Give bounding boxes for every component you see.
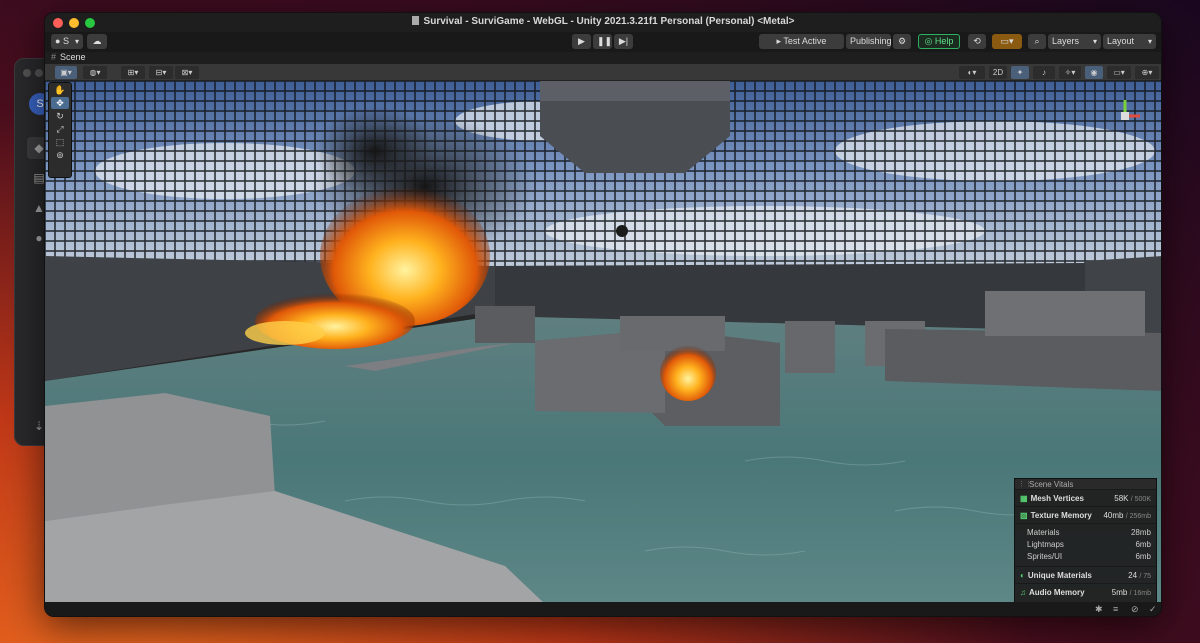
mesh-vertices-row: ▦ Mesh Vertices 58K / 500K bbox=[1015, 490, 1156, 507]
breakdown-value: 6mb bbox=[1135, 552, 1151, 561]
rotate-tool-icon[interactable]: ↻ bbox=[51, 110, 69, 122]
scale-tool-icon[interactable]: ⤢ bbox=[51, 123, 69, 135]
breakdown-value: 28mb bbox=[1130, 528, 1151, 537]
window-title: Survival - SurviGame - WebGL - Unity 202… bbox=[45, 16, 1161, 27]
gizmo-global-icon[interactable]: ◍▾ bbox=[83, 66, 107, 79]
toggle-2d-button[interactable]: 2D bbox=[989, 66, 1007, 79]
stack-icon[interactable]: ≡ bbox=[1113, 604, 1118, 614]
transform-tool-icon[interactable]: ⊚ bbox=[51, 149, 69, 161]
scene-render bbox=[45, 81, 1161, 604]
texture-icon: ▨ bbox=[1020, 511, 1028, 520]
effects-icon[interactable]: ✧▾ bbox=[1059, 66, 1081, 79]
audio-memory-row: ♫ Audio Memory 5mb / 16mb bbox=[1015, 584, 1156, 601]
texture-breakdown: Materials 28mb Lightmaps 6mb Sprites/UI 6mb bbox=[1015, 524, 1156, 567]
breakdown-row: Lightmaps 6mb bbox=[1027, 539, 1151, 551]
tab-scene[interactable]: Scene bbox=[51, 52, 86, 62]
pause-button[interactable]: ❚❚ bbox=[593, 34, 612, 49]
draw-mode-icon[interactable]: ▣▾ bbox=[55, 66, 77, 79]
audio-memory-limit: / 16mb bbox=[1129, 590, 1151, 597]
scene-view-toolbar: ▣▾ ◍▾ ⊞▾ ⊟▾ ⊠▾ ◐▾ 2D ✦ ♪ ✧▾ ◉ ▭▾ ⊕▾ bbox=[45, 64, 1161, 81]
test-active-scene-button[interactable]: ▸ Test Active Scene bbox=[759, 34, 844, 61]
play-button[interactable]: ▶ bbox=[572, 34, 591, 49]
gizmos-icon[interactable]: ⊕▾ bbox=[1135, 66, 1159, 79]
mesh-icon: ▦ bbox=[1020, 494, 1028, 503]
audio-note-icon: ♫ bbox=[1020, 588, 1026, 597]
collab-icon[interactable]: ▭▾ bbox=[992, 34, 1022, 49]
camera-icon[interactable]: ▭▾ bbox=[1107, 66, 1131, 79]
bug-icon[interactable]: ✱ bbox=[1095, 604, 1103, 615]
breakdown-label: Materials bbox=[1027, 528, 1060, 537]
layout-dropdown[interactable]: Layout bbox=[1103, 34, 1156, 49]
grid-icon[interactable]: ⊟▾ bbox=[149, 66, 173, 79]
main-toolbar: ● S ☁ ▶ ❚❚ ▶| ▸ Test Active Scene Publis… bbox=[45, 32, 1161, 61]
audio-memory-label: Audio Memory bbox=[1029, 588, 1085, 597]
unique-materials-row: ◐ Unique Materials 24 / 75 bbox=[1015, 567, 1156, 584]
texture-memory-row: ▨ Texture Memory 40mb / 256mb bbox=[1015, 507, 1156, 524]
status-bar: ✱ ≡ ⊘ ✓ bbox=[45, 602, 1161, 616]
unique-materials-value: 24 bbox=[1128, 571, 1138, 580]
audio-memory-value: 5mb bbox=[1111, 588, 1128, 597]
hand-tool-icon[interactable]: ✋ bbox=[51, 84, 69, 96]
rect-tool-icon[interactable]: ⬚ bbox=[51, 136, 69, 148]
file-icon bbox=[411, 16, 419, 25]
transform-toolstrip: ✋ ✥ ↻ ⤢ ⬚ ⊚ bbox=[48, 82, 72, 178]
material-icon: ◐ bbox=[1020, 571, 1025, 580]
snap-icon[interactable]: ⊞▾ bbox=[121, 66, 145, 79]
audio-icon[interactable]: ♪ bbox=[1033, 66, 1055, 79]
texture-memory-label: Texture Memory bbox=[1030, 511, 1092, 520]
mesh-vertices-limit: / 500K bbox=[1130, 496, 1151, 503]
account-dropdown[interactable]: ● S bbox=[51, 34, 83, 49]
mesh-vertices-value: 58K bbox=[1114, 494, 1129, 503]
scene-vitals-panel: Scene Vitals ▦Mesh Vertices 58K / 500K ▨… bbox=[1014, 478, 1157, 604]
scene-viewport[interactable]: ✋ ✥ ↻ ⤢ ⬚ ⊚ Scene Vitals ▦Mesh Vertices … bbox=[45, 81, 1161, 604]
breakdown-label: Lightmaps bbox=[1027, 540, 1064, 549]
publishing-button[interactable]: Publishing bbox=[846, 34, 892, 49]
window-title-text: Survival - SurviGame - WebGL - Unity 202… bbox=[423, 16, 795, 27]
increment-snap-icon[interactable]: ⊠▾ bbox=[175, 66, 199, 79]
breakdown-row: Materials 28mb bbox=[1027, 527, 1151, 539]
unity-editor-window: Survival - SurviGame - WebGL - Unity 202… bbox=[44, 12, 1162, 617]
lighting-icon[interactable]: ✦ bbox=[1011, 66, 1029, 79]
help-button[interactable]: ◎ Help bbox=[918, 34, 960, 49]
unique-materials-label: Unique Materials bbox=[1027, 571, 1092, 580]
account-icon: ● bbox=[55, 36, 61, 46]
history-icon[interactable]: ⟲ bbox=[968, 34, 986, 49]
check-icon[interactable]: ✓ bbox=[1149, 604, 1157, 615]
shading-mode-icon[interactable]: ◐▾ bbox=[959, 66, 985, 79]
scene-tab-bar: Scene bbox=[45, 52, 1161, 64]
scene-vitals-header[interactable]: Scene Vitals bbox=[1015, 479, 1156, 490]
texture-memory-value: 40mb bbox=[1103, 511, 1124, 520]
breakdown-label: Sprites/UI bbox=[1027, 552, 1063, 561]
gear-icon[interactable]: ⚙ bbox=[893, 34, 911, 49]
title-bar: Survival - SurviGame - WebGL - Unity 202… bbox=[45, 13, 1161, 32]
mesh-vertices-label: Mesh Vertices bbox=[1030, 494, 1084, 503]
account-label: S bbox=[62, 36, 69, 46]
visibility-icon[interactable]: ◉ bbox=[1085, 66, 1103, 79]
search-icon[interactable]: ⌕ bbox=[1028, 34, 1046, 49]
breakdown-row: Sprites/UI 6mb bbox=[1027, 551, 1151, 563]
move-tool-icon[interactable]: ✥ bbox=[51, 97, 69, 109]
unique-materials-limit: / 75 bbox=[1139, 573, 1151, 580]
breakdown-value: 6mb bbox=[1135, 540, 1151, 549]
layers-dropdown[interactable]: Layers bbox=[1048, 34, 1101, 49]
cloud-icon[interactable]: ☁ bbox=[87, 34, 107, 49]
step-button[interactable]: ▶| bbox=[614, 34, 633, 49]
cache-icon[interactable]: ⊘ bbox=[1131, 604, 1139, 615]
help-label: Help bbox=[934, 36, 954, 46]
texture-memory-limit: / 256mb bbox=[1125, 513, 1151, 520]
